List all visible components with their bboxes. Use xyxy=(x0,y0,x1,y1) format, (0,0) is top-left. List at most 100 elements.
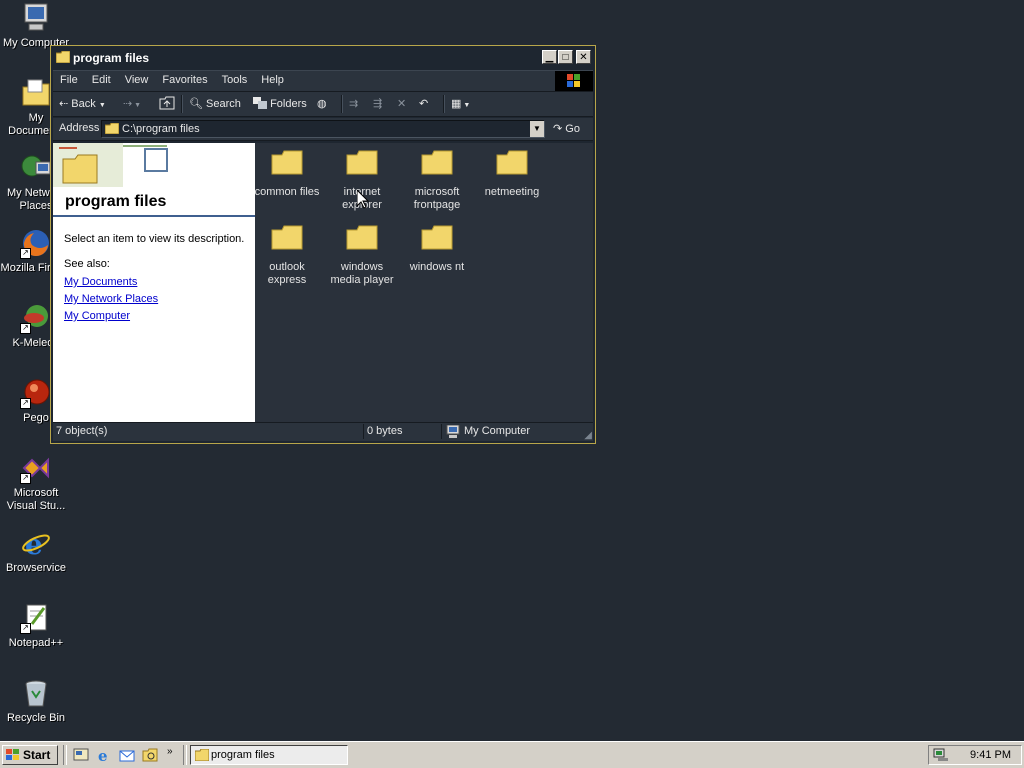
start-button[interactable]: Start xyxy=(2,745,58,765)
folder-item-microsoft-frontpage[interactable]: microsoft frontpage xyxy=(402,149,472,212)
desktop-icon-recycle-bin[interactable]: Recycle Bin xyxy=(0,677,72,725)
folder-icon xyxy=(346,225,378,250)
history-button[interactable]: ◍ xyxy=(317,96,327,112)
status-bar: 7 object(s) 0 bytes My Computer ◢ xyxy=(53,422,593,441)
svg-text:e: e xyxy=(25,528,43,559)
outlook-express-icon[interactable] xyxy=(119,747,135,763)
info-pane-title: program files xyxy=(65,193,167,210)
chevron-down-icon: ▼ xyxy=(533,124,541,133)
explorer-window[interactable]: program files ▁ □ ✕ File Edit View Favorite… xyxy=(50,45,596,444)
internet-explorer-icon[interactable]: e xyxy=(96,747,112,763)
my-computer-icon xyxy=(446,425,460,438)
clock[interactable]: 9:41 PM xyxy=(970,749,1011,761)
desktop-icon-my-computer[interactable]: My Computer xyxy=(0,2,72,50)
quicklaunch-more-icon[interactable]: » xyxy=(167,746,173,757)
copy-to-button[interactable]: ⇶ xyxy=(373,96,382,112)
menu-tools[interactable]: Tools xyxy=(215,71,255,86)
desktop-icon-visual-studio[interactable]: ↗ Microsoft Visual Stu... xyxy=(0,452,72,513)
move-to-button[interactable]: ⇉ xyxy=(349,96,358,112)
menu-edit[interactable]: Edit xyxy=(85,71,118,86)
folder-icon xyxy=(56,51,70,63)
up-folder-icon xyxy=(159,96,175,110)
menu-view[interactable]: View xyxy=(118,71,156,86)
views-grid-icon: ▦ xyxy=(451,98,462,110)
status-zone: My Computer xyxy=(441,424,530,439)
network-status-icon[interactable] xyxy=(933,748,949,762)
search-label: Search xyxy=(206,98,241,110)
toolbar-separator xyxy=(181,95,183,113)
folder-item-windows-media-player[interactable]: windows media player xyxy=(327,224,397,287)
folder-item-windows-nt[interactable]: windows nt xyxy=(402,224,472,274)
my-computer-icon xyxy=(20,2,52,34)
menu-help[interactable]: Help xyxy=(254,71,291,86)
folders-button[interactable]: Folders xyxy=(253,96,307,112)
address-value: C:\program files xyxy=(122,123,200,135)
shortcut-arrow-icon: ↗ xyxy=(20,323,31,334)
toolbar-separator xyxy=(341,95,343,113)
go-button[interactable]: ↷ Go xyxy=(553,122,580,135)
link-my-computer[interactable]: My Computer xyxy=(64,310,130,322)
address-dropdown-button[interactable]: ▼ xyxy=(530,121,544,137)
folder-item-netmeeting[interactable]: netmeeting xyxy=(477,149,547,199)
folder-name: outlook xyxy=(269,261,305,273)
windows-logo-icon xyxy=(555,71,593,91)
svg-text:e: e xyxy=(98,747,108,763)
folder-name-line2: express xyxy=(267,274,307,286)
folder-name: common files xyxy=(254,186,320,198)
folder-name-line2: frontpage xyxy=(413,199,461,211)
folder-icon xyxy=(271,225,303,250)
start-label: Start xyxy=(23,748,51,762)
search-button[interactable]: 🔍︎ Search xyxy=(189,96,241,112)
my-documents-icon xyxy=(20,77,52,109)
pego-icon: ↗ xyxy=(20,377,52,409)
taskbar: Start e » program files 9:41 PM xyxy=(0,741,1024,768)
close-icon: ✕ xyxy=(579,52,588,63)
maximize-icon: □ xyxy=(562,52,569,63)
shortcut-arrow-icon: ↗ xyxy=(20,248,31,259)
views-button[interactable]: ▦ ▼ xyxy=(451,96,470,112)
title-bar[interactable]: program files ▁ □ ✕ xyxy=(53,48,593,68)
forward-arrow-icon: ⇢ xyxy=(123,98,133,110)
address-input[interactable]: C:\program files ▼ xyxy=(101,120,545,138)
search-folder-icon[interactable] xyxy=(142,747,158,763)
status-zone-label: My Computer xyxy=(464,425,531,437)
folder-item-outlook-express[interactable]: outlook express xyxy=(252,224,322,287)
back-button[interactable]: ⇠ Back ▼ xyxy=(59,96,106,112)
file-list-view[interactable]: common files internet explorer microsoft… xyxy=(255,143,593,423)
folder-name: microsoft xyxy=(414,186,460,198)
up-folder-button[interactable] xyxy=(159,96,175,112)
folder-icon xyxy=(105,123,119,134)
folder-item-common-files[interactable]: common files xyxy=(252,149,322,199)
address-bar: Address C:\program files ▼ ↷ Go xyxy=(53,118,593,141)
close-button[interactable]: ✕ xyxy=(576,50,591,64)
mouse-cursor-icon xyxy=(357,190,369,209)
back-arrow-icon: ⇠ xyxy=(59,98,69,110)
link-my-documents[interactable]: My Documents xyxy=(64,276,137,288)
delete-button[interactable]: ✕ xyxy=(397,96,406,112)
resize-grip-icon[interactable]: ◢ xyxy=(584,430,592,441)
forward-button[interactable]: ⇢ ▼ xyxy=(123,96,141,112)
search-icon: 🔍︎ xyxy=(189,98,203,110)
folders-icon xyxy=(253,97,267,109)
status-object-count: 7 object(s) xyxy=(56,425,108,437)
desktop-icon-notepad-plus-plus[interactable]: ↗ Notepad++ xyxy=(0,602,72,650)
menu-bar: File Edit View Favorites Tools Help xyxy=(53,70,593,92)
toolbar: ⇠ Back ▼ ⇢ ▼ 🔍︎ Search Folders ◍ ⇉ ⇶ ✕ ↶… xyxy=(53,92,593,117)
folder-name: windows nt xyxy=(409,261,465,273)
undo-button[interactable]: ↶ xyxy=(419,96,428,112)
menu-file[interactable]: File xyxy=(53,71,85,86)
go-label: Go xyxy=(565,123,580,135)
folder-icon xyxy=(496,150,528,175)
maximize-button[interactable]: □ xyxy=(558,50,573,64)
desktop-icon-browservice[interactable]: e Browservice xyxy=(0,527,72,575)
minimize-button[interactable]: ▁ xyxy=(542,50,557,64)
folder-banner-icon xyxy=(53,143,168,187)
window-title: program files xyxy=(73,51,150,65)
show-desktop-icon[interactable] xyxy=(73,747,89,763)
desktop-icon-label: Browservice xyxy=(6,562,66,574)
menu-favorites[interactable]: Favorites xyxy=(155,71,214,86)
desktop-icon-label: Recycle Bin xyxy=(6,712,66,724)
task-button-program-files[interactable]: program files xyxy=(190,745,348,765)
link-my-network-places[interactable]: My Network Places xyxy=(64,293,158,305)
folder-icon xyxy=(421,150,453,175)
